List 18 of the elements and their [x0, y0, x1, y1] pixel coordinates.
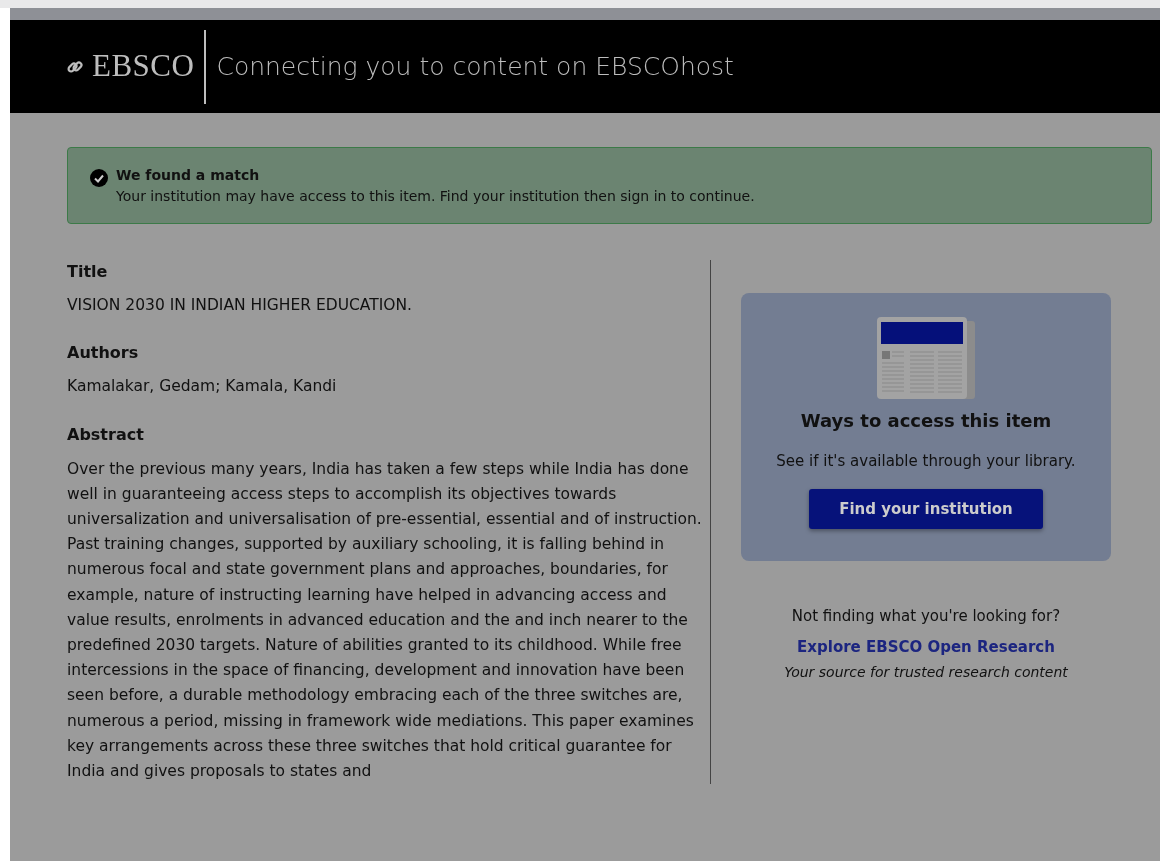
- newspaper-icon: [877, 317, 975, 399]
- help-question: Not finding what you're looking for?: [790, 606, 1062, 627]
- field-value: VISION 2030 IN INDIAN HIGHER EDUCATION.: [67, 295, 413, 316]
- check-circle-icon: [90, 169, 108, 187]
- logo: EBSCO: [92, 47, 195, 86]
- page-title: Connecting you to content on EBSCOhost: [216, 50, 734, 83]
- field-value: Over the previous many years, India has taken a few steps while India has done well in guaranteeing access steps to accomplish its objectives towards universalization and universalisation of pre-essential, essential and of instruction. Past training changes, supported by auxiliary schooling, it is falling behind in numerous focal and state government plans and approaches, boundaries, for example, nature of instructing learning have helped in advancing access and value results, enrolments in advanced education and the and inch nearer to the predefined 2030 targets. Nature of abilities granted to its childhood. While free intercessions in the space of financing, development and innovation have been seen before, a durable methodology embracing each of the three switches are, numerous a period, missing in framework wide mediations. This paper examines key arrangements across these three switches that hold critical guarantee for India and gives proposals to states and: [67, 458, 702, 782]
- field-label: Title: [67, 261, 109, 283]
- tagline: Your source for trusted research content: [783, 663, 1069, 682]
- open-research-link[interactable]: Explore EBSCO Open Research: [797, 637, 1055, 656]
- alert-heading: We found a match: [116, 166, 261, 185]
- alert-message: Your institution may have access to this item. Find your institution then sign in to continue.: [116, 187, 755, 206]
- card-text: See if it's available through your library.: [775, 451, 1077, 472]
- field-label: Abstract: [67, 423, 145, 446]
- find-institution-button[interactable]: Find your institution: [809, 488, 1043, 529]
- field-label: Authors: [67, 342, 140, 365]
- card-heading: Ways to access this item: [799, 409, 1053, 433]
- field-value: Kamalakar, Gedam; Kamala, Kandi: [67, 376, 338, 398]
